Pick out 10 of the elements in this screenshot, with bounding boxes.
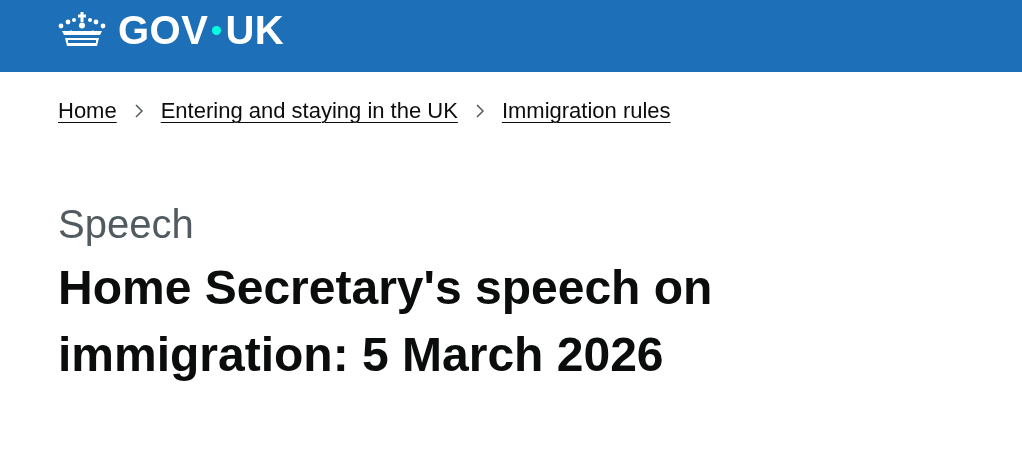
page-caption: Speech: [58, 201, 194, 248]
crown-icon: [58, 12, 106, 48]
breadcrumb-link[interactable]: Entering and staying in the UK: [160, 98, 458, 124]
dot-icon: [212, 25, 222, 35]
breadcrumb-link[interactable]: Immigration rules: [501, 98, 671, 124]
logo-link[interactable]: GOV UK: [58, 10, 285, 64]
breadcrumb-link[interactable]: Home: [58, 98, 117, 124]
page-title: Home Secretary's speech on immigration: 5 March 2026: [58, 260, 714, 383]
chevron-icon: [134, 104, 143, 118]
chevron-icon: [475, 104, 484, 118]
